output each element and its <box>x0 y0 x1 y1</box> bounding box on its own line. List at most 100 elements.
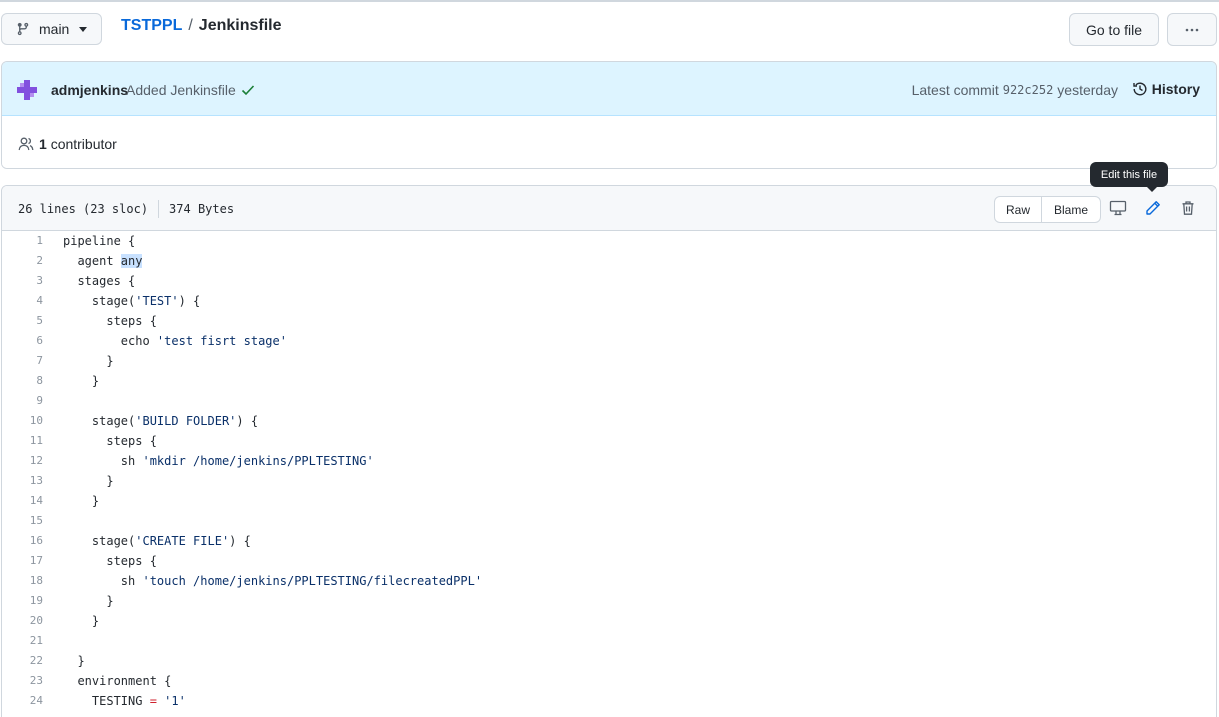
line-content: stages { <box>63 274 136 288</box>
breadcrumb-separator: / <box>188 17 193 34</box>
line-number[interactable]: 16 <box>2 531 43 551</box>
history-icon <box>1133 82 1147 96</box>
breadcrumb-repo-link[interactable]: TSTPPL <box>121 17 182 35</box>
line-content: } <box>63 614 100 628</box>
line-content: stage('TEST') { <box>63 294 201 308</box>
file-info-divider <box>158 200 160 218</box>
file-info: 26 lines (23 sloc) 374 Bytes <box>18 200 234 218</box>
code-line: 22 } <box>2 651 1216 671</box>
git-branch-icon <box>17 22 29 36</box>
desktop-icon[interactable] <box>1109 200 1127 216</box>
line-number[interactable]: 3 <box>2 271 43 291</box>
chevron-down-icon <box>79 26 88 32</box>
line-number[interactable]: 15 <box>2 511 43 531</box>
line-number[interactable]: 21 <box>2 631 43 651</box>
code-line: 18 sh 'touch /home/jenkins/PPLTESTING/fi… <box>2 571 1216 591</box>
line-content: sh 'mkdir /home/jenkins/PPLTESTING' <box>63 454 374 468</box>
code-line: 6 echo 'test fisrt stage' <box>2 331 1216 351</box>
line-number[interactable]: 5 <box>2 311 43 331</box>
raw-button[interactable]: Raw <box>995 197 1042 222</box>
commit-box: admjenkins Added Jenkinsfile Latest comm… <box>1 61 1217 169</box>
raw-blame-group: Raw Blame <box>994 196 1101 223</box>
latest-commit-info: Latest commit 922c252 yesterday <box>912 82 1118 99</box>
line-number[interactable]: 24 <box>2 691 43 711</box>
kebab-horizontal-icon <box>1185 28 1199 31</box>
line-number[interactable]: 9 <box>2 391 43 411</box>
line-content: } <box>63 474 114 488</box>
code-line: 2 agent any <box>2 251 1216 271</box>
check-icon[interactable] <box>240 82 256 98</box>
pencil-icon[interactable] <box>1145 200 1161 216</box>
contributors-link[interactable]: 1 contributor <box>39 136 117 152</box>
line-content: steps { <box>63 314 157 328</box>
line-content <box>43 391 63 411</box>
code-line: 19 } <box>2 591 1216 611</box>
contributors-count: 1 <box>39 136 47 152</box>
line-number[interactable]: 22 <box>2 651 43 671</box>
code-line: 23 environment { <box>2 671 1216 691</box>
line-content: } <box>63 354 114 368</box>
avatar-icon[interactable] <box>17 80 37 100</box>
commit-sha-link[interactable]: 922c252 <box>1003 82 1054 99</box>
code-line: 13 } <box>2 471 1216 491</box>
line-content: agent any <box>63 254 143 268</box>
line-content: echo 'test fisrt stage' <box>63 334 287 348</box>
breadcrumb: TSTPPL / Jenkinsfile <box>121 17 282 35</box>
file-size: 374 Bytes <box>169 202 235 216</box>
code-line: 21 <box>2 631 1216 651</box>
line-content: pipeline { <box>63 234 136 248</box>
line-content: sh 'touch /home/jenkins/PPLTESTING/filec… <box>63 574 483 588</box>
line-content: steps { <box>63 554 157 568</box>
breadcrumb-file-name: Jenkinsfile <box>198 17 282 34</box>
line-number[interactable]: 13 <box>2 471 43 491</box>
line-number[interactable]: 14 <box>2 491 43 511</box>
line-number[interactable]: 23 <box>2 671 43 691</box>
blame-button[interactable]: Blame <box>1042 197 1100 222</box>
line-number[interactable]: 11 <box>2 431 43 451</box>
latest-commit-label: Latest commit <box>911 82 999 98</box>
line-number[interactable]: 2 <box>2 251 43 271</box>
code-line: 16 stage('CREATE FILE') { <box>2 531 1216 551</box>
code-line: 4 stage('TEST') { <box>2 291 1216 311</box>
code-line: 15 <box>2 511 1216 531</box>
code-line: 11 steps { <box>2 431 1216 451</box>
code-line: 7 } <box>2 351 1216 371</box>
code-line: 3 stages { <box>2 271 1216 291</box>
line-number[interactable]: 12 <box>2 451 43 471</box>
history-button[interactable]: History <box>1132 81 1200 97</box>
line-number[interactable]: 7 <box>2 351 43 371</box>
line-number[interactable]: 19 <box>2 591 43 611</box>
line-number[interactable]: 6 <box>2 331 43 351</box>
code-line: 10 stage('BUILD FOLDER') { <box>2 411 1216 431</box>
go-to-file-button[interactable]: Go to file <box>1069 13 1159 46</box>
top-border <box>0 0 1219 2</box>
file-header: 26 lines (23 sloc) 374 Bytes Raw Blame <box>2 186 1216 231</box>
line-content: TESTING = '1' <box>63 694 186 708</box>
commit-author-link[interactable]: admjenkins <box>51 82 128 98</box>
code-line: 12 sh 'mkdir /home/jenkins/PPLTESTING' <box>2 451 1216 471</box>
code-line: 5 steps { <box>2 311 1216 331</box>
contributors-label: contributor <box>50 136 117 152</box>
line-content: steps { <box>63 434 157 448</box>
line-number[interactable]: 18 <box>2 571 43 591</box>
code-line: 8 } <box>2 371 1216 391</box>
more-options-button[interactable] <box>1167 13 1217 46</box>
trash-icon[interactable] <box>1180 200 1196 216</box>
code-line: 24 TESTING = '1' <box>2 691 1216 711</box>
line-content: } <box>63 494 100 508</box>
code-line: 1 pipeline { <box>2 231 1216 251</box>
line-content <box>43 631 63 651</box>
line-number[interactable]: 20 <box>2 611 43 631</box>
code-line: 20 } <box>2 611 1216 631</box>
branch-select-button[interactable]: main <box>1 13 102 45</box>
line-content: } <box>63 654 85 668</box>
commit-time: yesterday <box>1057 82 1118 98</box>
line-number[interactable]: 1 <box>2 231 43 251</box>
line-number[interactable]: 4 <box>2 291 43 311</box>
commit-message-link[interactable]: Added Jenkinsfile <box>126 82 236 98</box>
line-content: stage('CREATE FILE') { <box>63 534 251 548</box>
line-number[interactable]: 8 <box>2 371 43 391</box>
line-number[interactable]: 17 <box>2 551 43 571</box>
people-icon <box>18 137 34 151</box>
line-number[interactable]: 10 <box>2 411 43 431</box>
